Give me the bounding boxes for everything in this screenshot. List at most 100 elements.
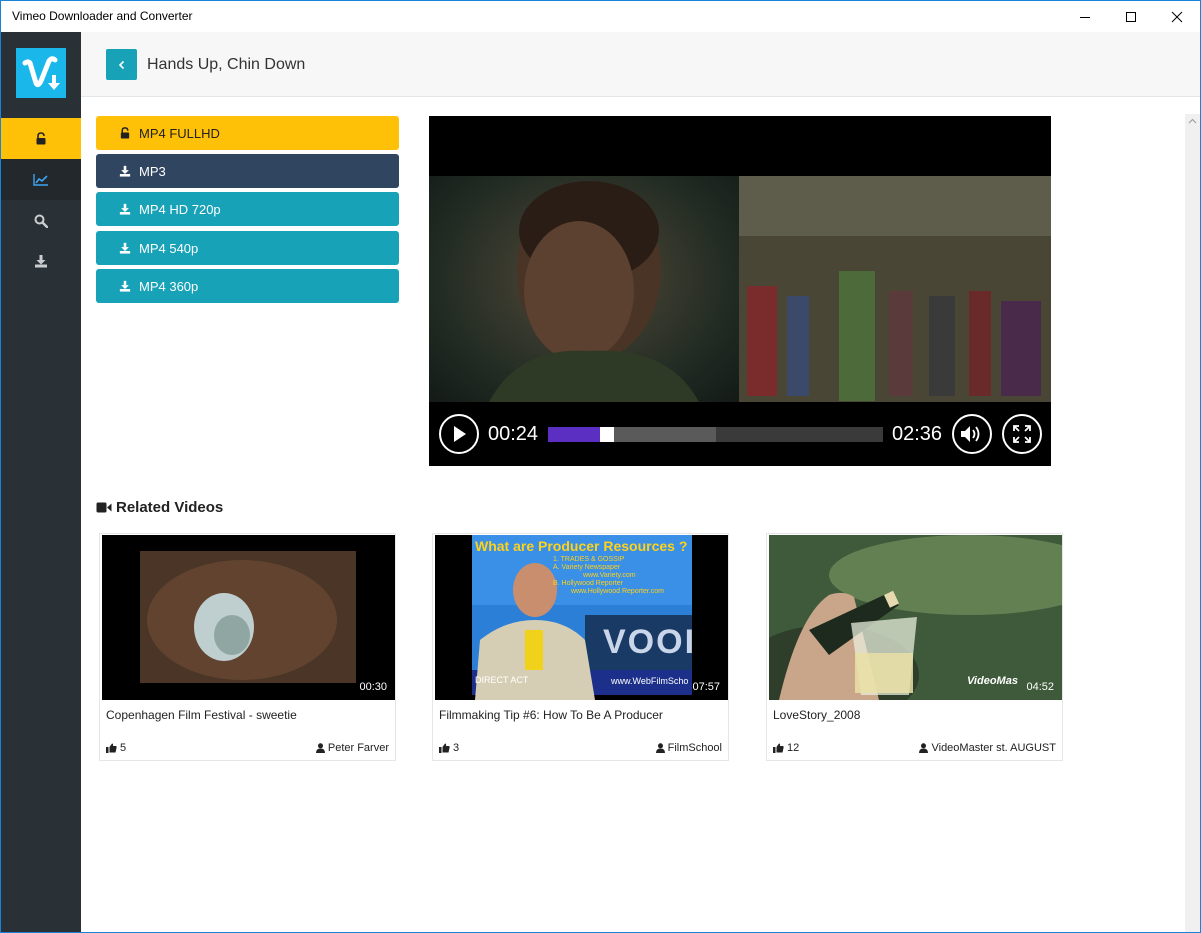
video-duration: 04:52 bbox=[1026, 681, 1054, 693]
seek-progress bbox=[548, 427, 600, 442]
related-video-card[interactable]: 00:30 Copenhagen Film Festival - sweetie… bbox=[99, 533, 396, 761]
video-player[interactable]: 00:24 02:36 bbox=[429, 116, 1051, 466]
player-controls: 00:24 02:36 bbox=[429, 402, 1051, 466]
video-likes: 3 bbox=[439, 742, 459, 754]
title-bar: Vimeo Downloader and Converter bbox=[1, 1, 1200, 32]
video-likes: 5 bbox=[106, 742, 126, 754]
thumbnail-ticker: DIRECT ACT bbox=[475, 675, 529, 685]
format-button-mp4-360p[interactable]: MP4 360p bbox=[96, 269, 399, 303]
format-button-mp4-720p[interactable]: MP4 HD 720p bbox=[96, 192, 399, 226]
thumbnail-line: A. Variety Newspaper bbox=[553, 564, 621, 571]
likes-count: 3 bbox=[453, 742, 460, 754]
thumbs-up-icon bbox=[773, 743, 784, 753]
video-thumbnail[interactable]: What are Producer Resources ? 1. TRADES … bbox=[435, 535, 728, 700]
maximize-icon bbox=[1126, 11, 1136, 22]
thumbnail-logo-text: VOOI bbox=[603, 623, 697, 661]
user-icon bbox=[315, 743, 325, 753]
format-button-mp4-fullhd[interactable]: MP4 FULLHD bbox=[96, 116, 399, 150]
page-header: Hands Up, Chin Down bbox=[81, 32, 1200, 97]
video-duration: 00:30 bbox=[359, 681, 387, 693]
thumbnail-image bbox=[102, 535, 395, 700]
total-duration: 02:36 bbox=[892, 423, 943, 445]
app-logo bbox=[16, 48, 66, 98]
video-likes: 12 bbox=[773, 742, 799, 754]
thumbnail-watermark: VideoMas bbox=[967, 675, 1018, 687]
window-title: Vimeo Downloader and Converter bbox=[12, 9, 193, 23]
user-icon bbox=[655, 743, 665, 753]
close-button[interactable] bbox=[1154, 1, 1200, 32]
video-frame-left bbox=[429, 176, 739, 402]
thumbnail-bullet-lines: 1. TRADES & GOSSIP A. Variety Newspaper … bbox=[553, 556, 664, 596]
sidebar-item-download[interactable] bbox=[1, 240, 81, 281]
related-video-card[interactable]: VideoMas 04:52 LoveStory_2008 12 VideoMa… bbox=[766, 533, 1063, 761]
related-video-card[interactable]: What are Producer Resources ? 1. TRADES … bbox=[432, 533, 729, 761]
author-name: FilmSchool bbox=[667, 742, 722, 754]
video-thumbnail[interactable]: VideoMas 04:52 bbox=[769, 535, 1062, 700]
seek-bar[interactable] bbox=[548, 427, 883, 442]
video-title[interactable]: Filmmaking Tip #6: How To Be A Producer bbox=[439, 708, 663, 722]
chevron-left-icon bbox=[118, 60, 124, 69]
download-icon bbox=[119, 203, 131, 215]
format-button-mp4-540p[interactable]: MP4 540p bbox=[96, 231, 399, 265]
thumbnail-line: www.Hollywood Reporter.com bbox=[571, 588, 664, 595]
video-author[interactable]: VideoMaster st. AUGUST bbox=[919, 742, 1056, 754]
video-frame-gym-image bbox=[739, 176, 1051, 402]
thumbnail-line: www.Variety.com bbox=[583, 572, 636, 579]
format-label: MP4 FULLHD bbox=[139, 125, 220, 141]
format-label: MP3 bbox=[139, 163, 166, 179]
video-author[interactable]: Peter Farver bbox=[315, 742, 389, 754]
close-icon bbox=[1171, 11, 1183, 22]
download-icon bbox=[119, 280, 131, 292]
maximize-button[interactable] bbox=[1108, 1, 1154, 32]
back-button[interactable] bbox=[106, 49, 137, 80]
lock-icon bbox=[36, 132, 46, 145]
sidebar bbox=[1, 32, 81, 932]
minimize-button[interactable] bbox=[1062, 1, 1108, 32]
related-videos-heading: Related Videos bbox=[96, 499, 223, 516]
chart-icon bbox=[33, 174, 48, 186]
download-icon bbox=[119, 165, 131, 177]
format-label: MP4 HD 720p bbox=[139, 201, 221, 217]
video-camera-icon bbox=[96, 502, 112, 513]
app-window: Vimeo Downloader and Converter Hands Up,… bbox=[0, 0, 1201, 933]
seek-handle[interactable] bbox=[600, 427, 614, 442]
minimize-icon bbox=[1080, 16, 1090, 18]
lock-icon bbox=[120, 127, 130, 139]
volume-button[interactable] bbox=[952, 414, 992, 454]
video-duration: 07:57 bbox=[692, 681, 720, 693]
likes-count: 5 bbox=[120, 742, 127, 754]
video-author[interactable]: FilmSchool bbox=[655, 742, 722, 754]
search-icon bbox=[34, 214, 48, 228]
volume-icon bbox=[961, 426, 980, 442]
scroll-up-icon bbox=[1188, 118, 1197, 124]
thumbnail-url: www.WebFilmScho bbox=[611, 676, 689, 686]
page-title: Hands Up, Chin Down bbox=[147, 56, 306, 73]
video-frame-man-image bbox=[489, 181, 699, 402]
thumbnail-image bbox=[769, 535, 1062, 700]
thumbnail-line: 1. TRADES & GOSSIP bbox=[553, 556, 625, 563]
author-name: VideoMaster st. AUGUST bbox=[931, 742, 1056, 754]
sidebar-item-lock[interactable] bbox=[1, 118, 81, 159]
vimeo-download-logo-icon bbox=[22, 56, 60, 90]
video-frame-right bbox=[739, 176, 1051, 402]
format-label: MP4 360p bbox=[139, 278, 199, 294]
sidebar-item-stats[interactable] bbox=[1, 159, 81, 200]
likes-count: 12 bbox=[787, 742, 800, 754]
author-name: Peter Farver bbox=[327, 742, 389, 754]
vertical-scrollbar[interactable] bbox=[1185, 114, 1200, 932]
video-thumbnail[interactable]: 00:30 bbox=[102, 535, 395, 700]
fullscreen-button[interactable] bbox=[1002, 414, 1042, 454]
related-videos-title: Related Videos bbox=[116, 499, 224, 516]
thumbnail-headline: What are Producer Resources ? bbox=[475, 538, 688, 554]
format-button-mp3[interactable]: MP3 bbox=[96, 154, 399, 188]
current-time: 00:24 bbox=[488, 423, 539, 445]
sidebar-item-search[interactable] bbox=[1, 200, 81, 241]
play-button[interactable] bbox=[439, 414, 479, 454]
video-title[interactable]: LoveStory_2008 bbox=[773, 708, 860, 722]
thumbs-up-icon bbox=[106, 743, 117, 753]
video-title[interactable]: Copenhagen Film Festival - sweetie bbox=[106, 708, 297, 722]
user-icon bbox=[919, 743, 929, 753]
fullscreen-icon bbox=[1013, 425, 1031, 443]
download-icon bbox=[35, 254, 47, 267]
play-icon bbox=[454, 426, 466, 442]
